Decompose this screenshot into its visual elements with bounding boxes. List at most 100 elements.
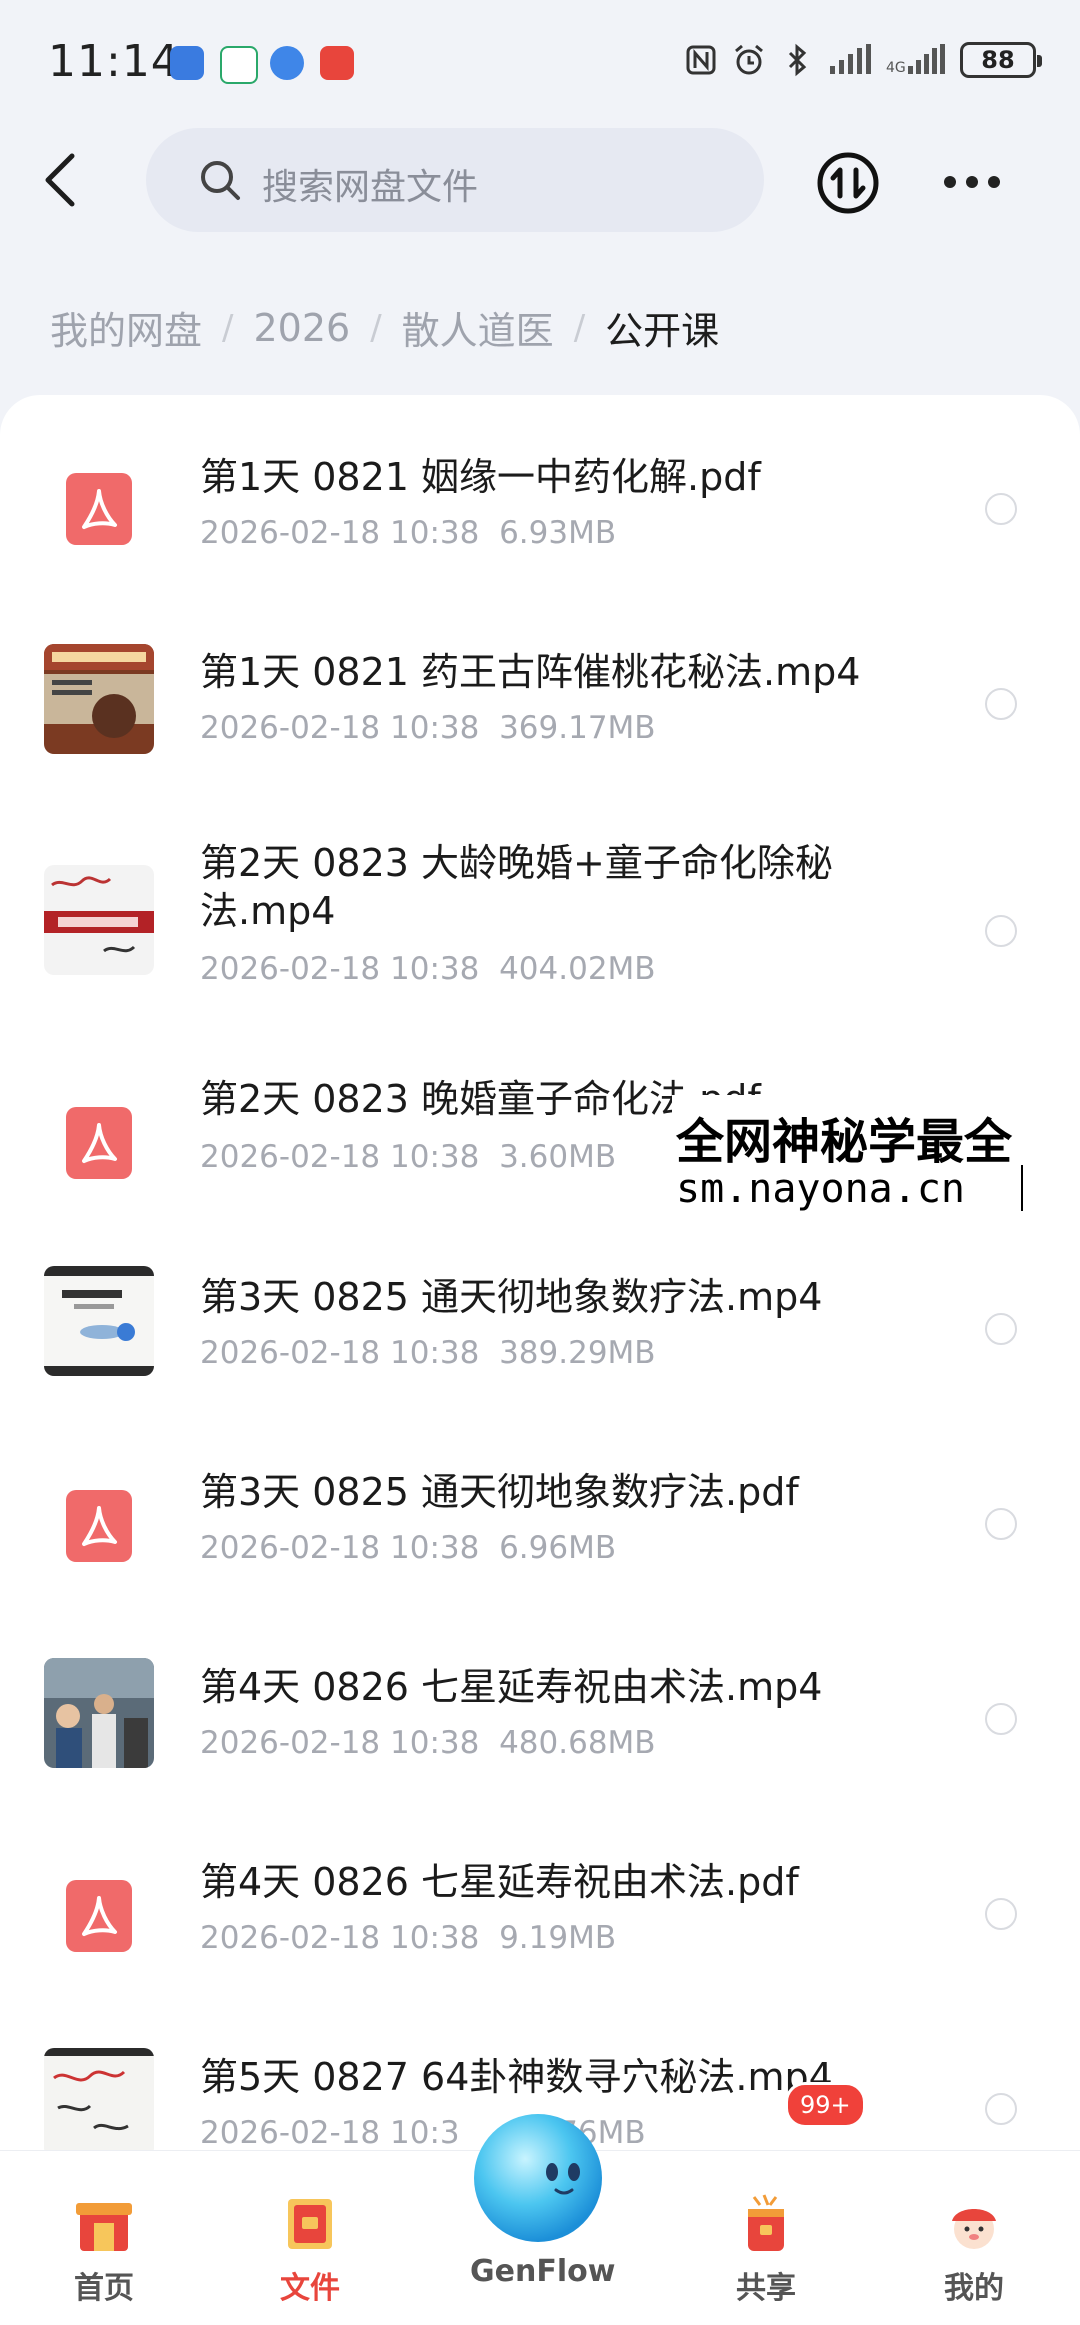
home-gate-icon (76, 2203, 132, 2251)
file-size: 480.68MB (499, 1725, 656, 1761)
file-row[interactable]: 第2天 0823 大龄晚婚+童子命化除秘法.mp4 2026-02-18 10:… (0, 825, 1080, 1055)
file-size: 6.93MB (499, 515, 617, 551)
video-thumbnail (44, 1266, 154, 1376)
signal-2-icon: 4G (886, 44, 945, 76)
file-date: 2026-02-18 10:38 (200, 1530, 480, 1566)
nav-label-genflow[interactable]: GenFlow (470, 2254, 615, 2289)
file-name: 第4天 0826 七星延寿祝由术法.mp4 (200, 1665, 823, 1709)
file-meta: 2026-02-18 10:38 404.02MB (200, 951, 656, 987)
pdf-file-icon (66, 1107, 132, 1179)
file-meta: 2026-02-18 10:38 9.19MB (200, 1920, 616, 1956)
genflow-ball-icon[interactable] (470, 2110, 606, 2246)
video-thumbnail (44, 2048, 154, 2155)
breadcrumb-item-root[interactable]: 我的网盘 (50, 300, 202, 355)
select-radio[interactable] (985, 1508, 1017, 1540)
file-date: 2026-02-18 10:38 (200, 951, 480, 987)
breadcrumb-separator: / (573, 307, 586, 348)
video-thumbnail (44, 865, 154, 975)
app-notification-icon (220, 46, 258, 84)
video-thumbnail (44, 1658, 154, 1768)
share-badge: 99+ (785, 2082, 866, 2128)
breadcrumb-item-year[interactable]: 2026 (253, 306, 350, 350)
alarm-icon (735, 44, 763, 75)
file-meta: 2026-02-18 10:38 369.17MB (200, 710, 656, 746)
file-name: 第1天 0821 姻缘一中药化解.pdf (200, 455, 761, 499)
nfc-icon (686, 45, 716, 75)
video-thumbnail (44, 644, 154, 754)
file-size: 6.96MB (499, 1530, 617, 1566)
file-name: 第3天 0825 通天彻地象数疗法.mp4 (200, 1275, 823, 1319)
file-size: 3.60MB (499, 1139, 617, 1175)
pdf-file-icon (66, 1880, 132, 1952)
file-size: 404.02MB (499, 951, 656, 987)
signal-icon (830, 44, 871, 74)
system-icons: 4G 88 (684, 42, 1042, 78)
search-icon (201, 161, 240, 200)
breadcrumb: 我的网盘 / 2026 / 散人道医 / 公开课 (50, 300, 719, 355)
file-size: 389.29MB (499, 1335, 656, 1371)
file-date: 2026-02-18 10:38 (200, 710, 480, 746)
breadcrumb-item-current: 公开课 (605, 309, 720, 353)
profile-avatar-icon (952, 2209, 996, 2249)
select-radio[interactable] (985, 1703, 1017, 1735)
file-name: 第2天 0823 大龄晚婚+童子命化除秘法.mp4 (200, 841, 833, 933)
transfer-icon[interactable] (815, 150, 881, 216)
watermark-line-1: 全网神秘学最全 (676, 1114, 1013, 1170)
nav-item-files[interactable]: 文件 (250, 2191, 370, 2307)
file-row[interactable]: 第1天 0821 姻缘一中药化解.pdf 2026-02-18 10:38 6.… (0, 435, 1080, 615)
search-input[interactable]: 搜索网盘文件 (146, 128, 764, 232)
nav-item-share[interactable]: 共享 (706, 2191, 826, 2307)
bluetooth-icon (788, 43, 807, 77)
file-meta: 2026-02-18 10:38 389.29MB (200, 1335, 656, 1371)
file-name: 第3天 0825 通天彻地象数疗法.pdf (200, 1470, 799, 1514)
file-row[interactable]: 第3天 0825 通天彻地象数疗法.pdf 2026-02-18 10:38 6… (0, 1450, 1080, 1630)
nav-label: 我的 (944, 2271, 1004, 2306)
text-caret (1021, 1165, 1023, 1211)
file-size: 9.19MB (499, 1920, 617, 1956)
file-name: 第1天 0821 药王古阵催桃花秘法.mp4 (200, 650, 861, 694)
status-bar: 11:14 4G 88 (0, 0, 1080, 120)
watermark-line-2: sm.nayona.cn (676, 1166, 965, 1212)
svg-text:4G: 4G (886, 60, 906, 76)
file-date: 2026-02-18 10:38 (200, 1139, 480, 1175)
search-placeholder: 搜索网盘文件 (262, 167, 479, 208)
more-options-icon[interactable] (940, 164, 1004, 200)
share-gift-icon (748, 2194, 784, 2251)
breadcrumb-item-folder[interactable]: 散人道医 (402, 300, 554, 355)
file-date: 2026-02-18 10:38 (200, 1725, 480, 1761)
file-name: 第4天 0826 七星延寿祝由术法.pdf (200, 1860, 799, 1904)
pdf-file-icon (66, 1490, 132, 1562)
file-row[interactable]: 第3天 0825 通天彻地象数疗法.mp4 2026-02-18 10:38 3… (0, 1255, 1080, 1435)
nav-item-me[interactable]: 我的 (914, 2191, 1034, 2307)
status-time: 11:14 (48, 36, 180, 87)
file-meta: 2026-02-18 10:38 6.93MB (200, 515, 616, 551)
app-notification-icon (270, 46, 304, 80)
nav-label: 共享 (736, 2271, 796, 2306)
select-radio[interactable] (985, 915, 1017, 947)
file-size: 369.17MB (499, 710, 656, 746)
file-date: 2026-02-18 10:3 (200, 2115, 460, 2151)
nav-item-home[interactable]: 首页 (44, 2191, 164, 2307)
select-radio[interactable] (985, 2093, 1017, 2125)
app-notification-icon (320, 46, 354, 80)
file-meta: 2026-02-18 10:38 6.96MB (200, 1530, 616, 1566)
file-row[interactable]: 第1天 0821 药王古阵催桃花秘法.mp4 2026-02-18 10:38 … (0, 630, 1080, 810)
select-radio[interactable] (985, 1898, 1017, 1930)
pdf-file-icon (66, 473, 132, 545)
file-row[interactable]: 第4天 0826 七星延寿祝由术法.pdf 2026-02-18 10:38 9… (0, 1840, 1080, 2020)
file-list: 第1天 0821 姻缘一中药化解.pdf 2026-02-18 10:38 6.… (0, 395, 1080, 2155)
app-notification-icon (170, 46, 204, 80)
file-meta: 2026-02-18 10:38 480.68MB (200, 1725, 656, 1761)
select-radio[interactable] (985, 493, 1017, 525)
file-row[interactable]: 第4天 0826 七星延寿祝由术法.mp4 2026-02-18 10:38 4… (0, 1645, 1080, 1825)
files-scroll-icon (288, 2199, 332, 2249)
nav-label: 首页 (74, 2271, 134, 2306)
file-date: 2026-02-18 10:38 (200, 1920, 480, 1956)
file-date: 2026-02-18 10:38 (200, 1335, 480, 1371)
breadcrumb-separator: / (222, 307, 234, 348)
select-radio[interactable] (985, 688, 1017, 720)
select-radio[interactable] (985, 1313, 1017, 1345)
nav-label: 文件 (280, 2271, 340, 2306)
back-arrow-icon[interactable] (40, 150, 80, 210)
battery-icon: 88 (960, 42, 1042, 78)
